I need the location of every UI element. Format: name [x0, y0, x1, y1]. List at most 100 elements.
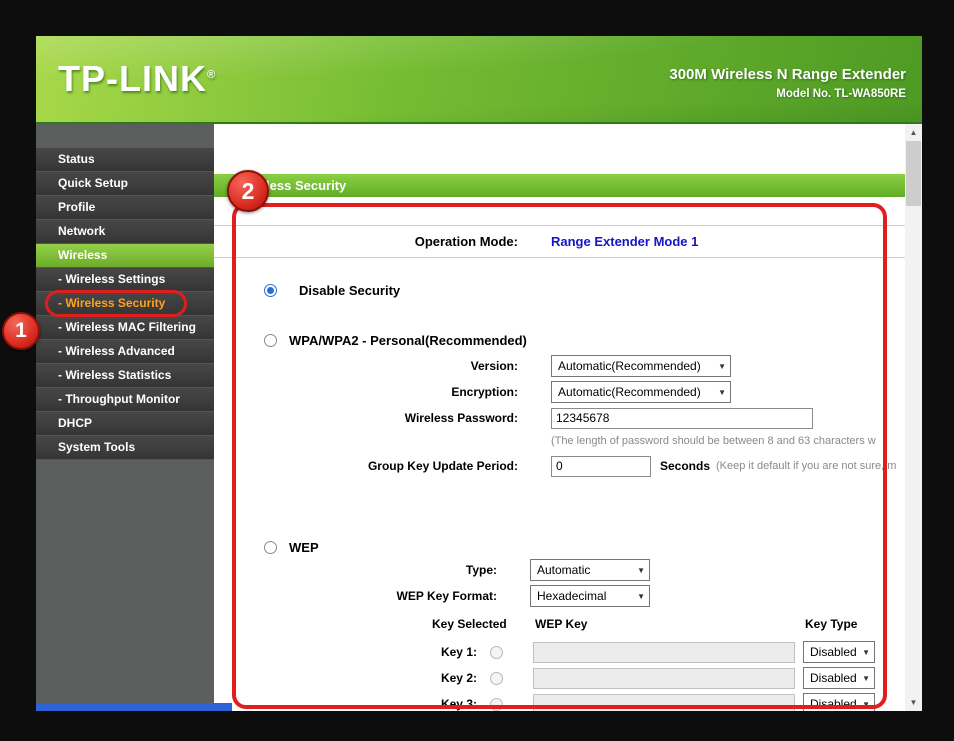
encryption-row: Encryption: Automatic(Recommended) ▼ — [214, 381, 905, 403]
wpa-row: WPA/WPA2 - Personal(Recommended) — [214, 330, 905, 350]
wireless-security-form: Operation Mode: Range Extender Mode 1 Di… — [214, 197, 905, 711]
encryption-label: Encryption: — [451, 385, 518, 399]
wep-type-label: Type: — [465, 563, 497, 577]
operation-mode-label: Operation Mode: — [414, 234, 518, 249]
key1-label: Key 1: — [440, 645, 477, 659]
sidebar-item-dhcp[interactable]: DHCP — [36, 412, 214, 436]
sidebar-item-wireless-security[interactable]: - Wireless Security — [36, 292, 214, 316]
sidebar-item-quick-setup[interactable]: Quick Setup — [36, 172, 214, 196]
key1-type-select[interactable]: Disabled ▼ — [803, 641, 875, 663]
sidebar-item-wireless[interactable]: Wireless — [36, 244, 214, 268]
disable-security-label: Disable Security — [299, 282, 401, 298]
chevron-down-icon: ▼ — [637, 565, 645, 575]
col-key-type: Key Type — [805, 617, 858, 631]
page-title: Wireless Security — [214, 174, 905, 197]
wpa-label: WPA/WPA2 - Personal(Recommended) — [289, 332, 527, 348]
wireless-password-label: Wireless Password: — [404, 411, 518, 425]
key3-type-value: Disabled — [810, 697, 857, 711]
wep-format-label: WEP Key Format: — [396, 589, 497, 603]
key1-type-value: Disabled — [810, 645, 857, 659]
group-key-hint: (Keep it default if you are not sure, m — [716, 460, 897, 472]
operation-mode-value: Range Extender Mode 1 — [551, 234, 699, 249]
sidebar-item-status[interactable]: Status — [36, 148, 214, 172]
key2-radio[interactable] — [490, 671, 503, 685]
password-hint-row: (The length of password should be betwee… — [214, 433, 905, 447]
sidebar-item-wireless-settings[interactable]: - Wireless Settings — [36, 268, 214, 292]
annotation-step-2-badge: 2 — [227, 170, 269, 212]
version-select[interactable]: Automatic(Recommended) ▼ — [551, 355, 731, 377]
wireless-password-row: Wireless Password: — [214, 407, 905, 429]
logo-text: TP-LINK — [58, 58, 207, 99]
header-product-info: 300M Wireless N Range Extender Model No.… — [669, 66, 906, 100]
scrollbar-thumb[interactable] — [906, 141, 921, 206]
sidebar-item-wireless-advanced[interactable]: - Wireless Advanced — [36, 340, 214, 364]
main-content: Wireless Security Operation Mode: Range … — [214, 124, 905, 711]
tplink-logo: TP-LINK® — [58, 58, 216, 100]
wpa-radio[interactable] — [264, 333, 277, 347]
chevron-down-icon: ▼ — [637, 591, 645, 601]
wep-key1-row: Key 1: Disabled ▼ — [214, 641, 905, 663]
sidebar-item-profile[interactable]: Profile — [36, 196, 214, 220]
chevron-down-icon: ▼ — [862, 699, 870, 709]
chevron-down-icon: ▼ — [718, 387, 726, 397]
sidebar-item-throughput-monitor[interactable]: - Throughput Monitor — [36, 388, 214, 412]
annotation-step-1-badge: 1 — [2, 312, 40, 350]
key1-radio[interactable] — [490, 645, 503, 659]
bottom-edge-strip — [36, 703, 232, 711]
wep-key2-row: Key 2: Disabled ▼ — [214, 667, 905, 689]
group-key-input[interactable] — [551, 455, 651, 477]
scroll-down-button[interactable]: ▼ — [905, 694, 922, 711]
sidebar: Status Quick Setup Profile Network Wirel… — [36, 124, 214, 711]
password-hint: (The length of password should be betwee… — [551, 435, 876, 447]
key2-type-select[interactable]: Disabled ▼ — [803, 667, 875, 689]
router-admin-page: TP-LINK® 300M Wireless N Range Extender … — [36, 36, 922, 711]
scroll-up-button[interactable]: ▲ — [905, 124, 922, 141]
disable-security-radio[interactable] — [264, 283, 277, 297]
chevron-down-icon: ▼ — [862, 647, 870, 657]
sidebar-item-network[interactable]: Network — [36, 220, 214, 244]
col-key-selected: Key Selected — [432, 617, 507, 631]
seconds-label: Seconds — [660, 459, 711, 473]
wep-radio[interactable] — [264, 540, 277, 554]
wep-type-selected-value: Automatic — [537, 563, 591, 577]
chevron-down-icon: ▼ — [718, 361, 726, 371]
sidebar-item-wireless-mac-filtering[interactable]: - Wireless MAC Filtering — [36, 316, 214, 340]
wireless-password-input[interactable] — [551, 407, 813, 429]
wep-format-selected-value: Hexadecimal — [537, 589, 607, 603]
encryption-select[interactable]: Automatic(Recommended) ▼ — [551, 381, 731, 403]
sidebar-menu: Status Quick Setup Profile Network Wirel… — [36, 124, 214, 460]
wep-key3-row: Key 3: Disabled ▼ — [214, 693, 905, 711]
key2-label: Key 2: — [440, 671, 477, 685]
sidebar-item-system-tools[interactable]: System Tools — [36, 436, 214, 460]
wep-table-header: Key Selected WEP Key Key Type — [214, 617, 905, 633]
col-wep-key: WEP Key — [535, 617, 588, 631]
key3-radio[interactable] — [490, 697, 503, 711]
sidebar-item-wireless-statistics[interactable]: - Wireless Statistics — [36, 364, 214, 388]
product-name: 300M Wireless N Range Extender — [669, 66, 906, 83]
disable-security-row: Disable Security — [214, 280, 905, 300]
model-number: Model No. TL-WA850RE — [776, 88, 906, 100]
header: TP-LINK® 300M Wireless N Range Extender … — [36, 36, 922, 124]
wep-label: WEP — [289, 539, 319, 555]
key3-type-select[interactable]: Disabled ▼ — [803, 693, 875, 711]
vertical-scrollbar: ▲ ▼ — [905, 124, 922, 711]
version-row: Version: Automatic(Recommended) ▼ — [214, 355, 905, 377]
key2-type-value: Disabled — [810, 671, 857, 685]
key2-input[interactable] — [533, 667, 795, 689]
group-key-label: Group Key Update Period: — [367, 459, 518, 473]
key3-input[interactable] — [533, 693, 795, 711]
chevron-down-icon: ▼ — [862, 673, 870, 683]
key1-input[interactable] — [533, 641, 795, 663]
key3-label: Key 3: — [440, 697, 477, 711]
version-label: Version: — [470, 359, 518, 373]
registered-mark: ® — [206, 69, 217, 81]
version-selected-value: Automatic(Recommended) — [558, 359, 701, 373]
group-key-row: Group Key Update Period: Seconds (Keep i… — [214, 455, 905, 477]
wep-format-select[interactable]: Hexadecimal ▼ — [530, 585, 650, 607]
operation-mode-row: Operation Mode: Range Extender Mode 1 — [214, 225, 905, 258]
encryption-selected-value: Automatic(Recommended) — [558, 385, 701, 399]
wep-row: WEP — [214, 537, 905, 557]
wep-format-row: WEP Key Format: Hexadecimal ▼ — [214, 585, 905, 607]
wep-type-row: Type: Automatic ▼ — [214, 559, 905, 581]
wep-type-select[interactable]: Automatic ▼ — [530, 559, 650, 581]
